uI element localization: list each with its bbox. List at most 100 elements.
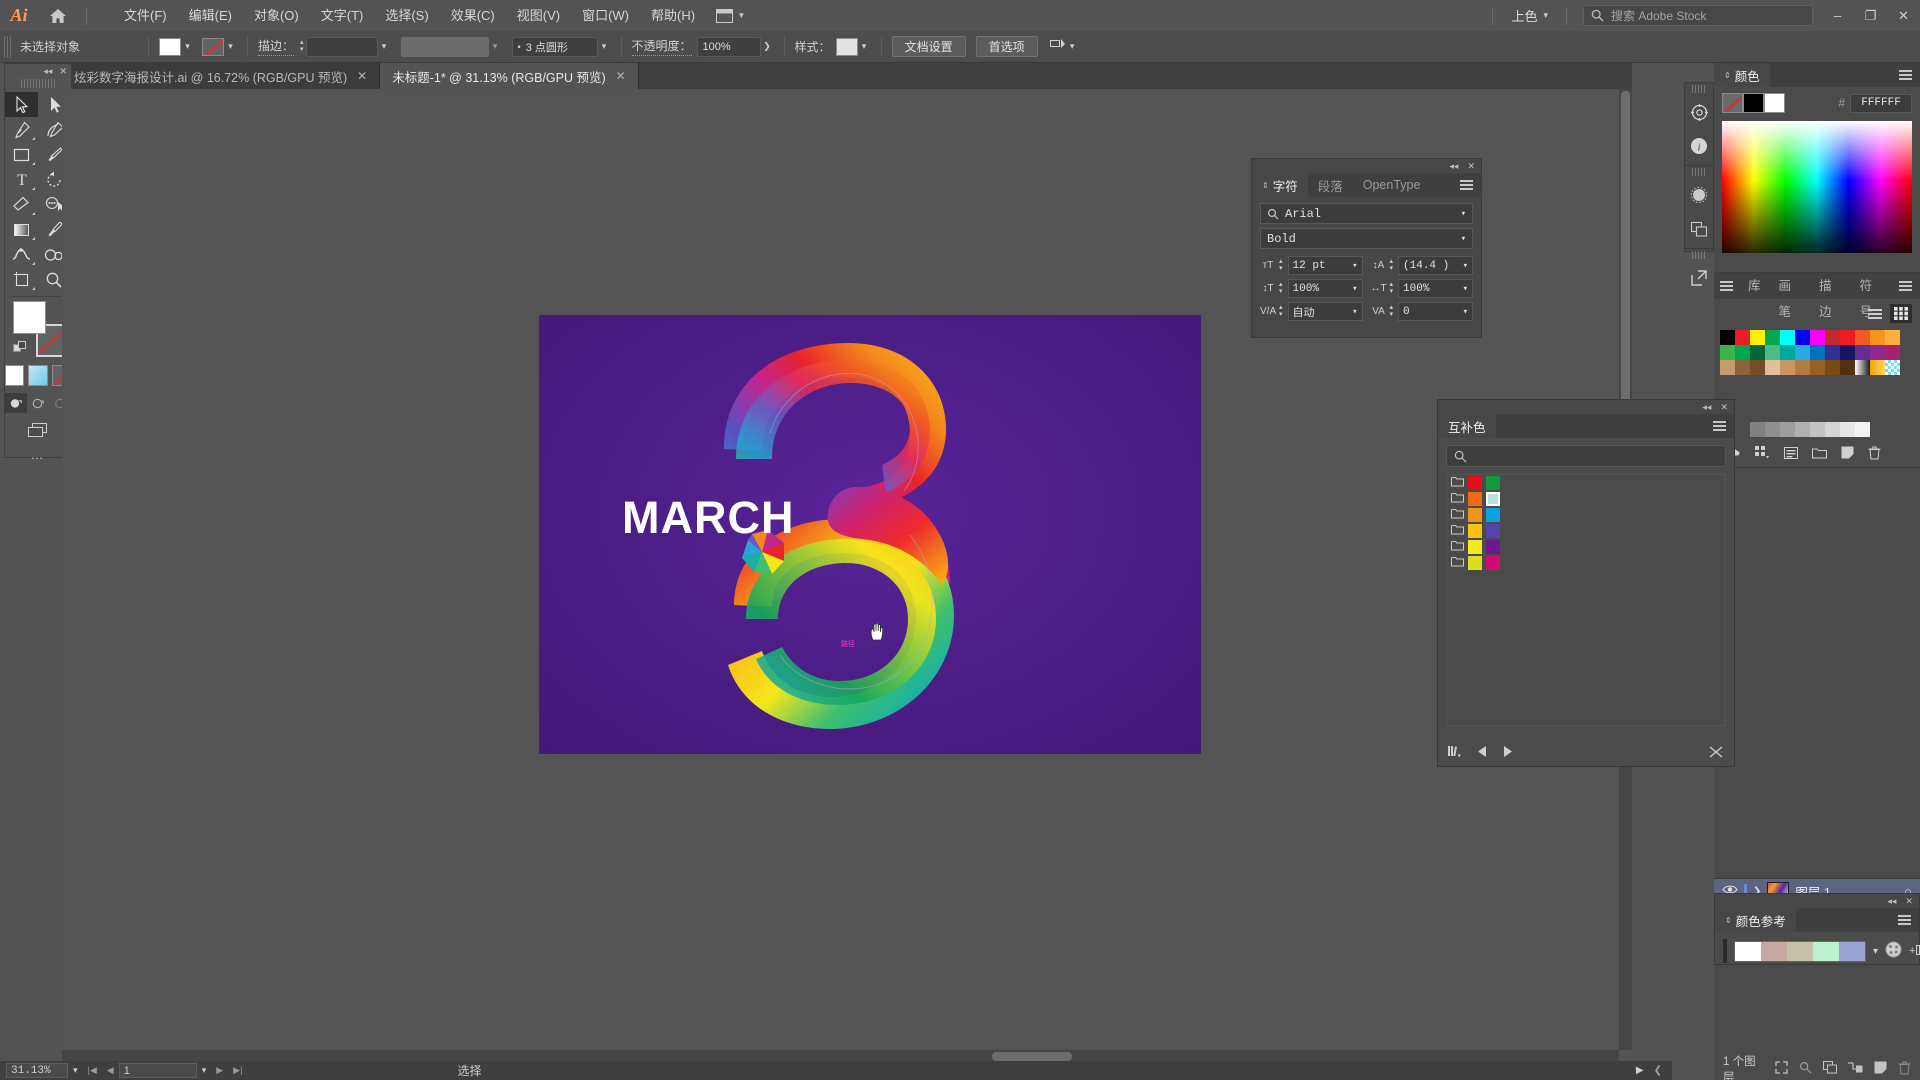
tab-color-guide[interactable]: ⇕ 颜色参考 [1715,908,1796,932]
cpl-group-list[interactable] [1446,474,1726,726]
stroke-profile-chevron-down-icon[interactable]: ▾ [598,38,611,56]
swatch-cell[interactable] [1825,360,1840,375]
swatch-cell[interactable] [1885,330,1900,345]
harmony-swatch[interactable] [1761,941,1787,961]
cpl-search-input[interactable] [1446,445,1726,467]
swatch-cell[interactable] [1870,345,1885,360]
swatch-cell-gray[interactable] [1735,422,1750,437]
menu-type[interactable]: 文字(T) [310,0,375,31]
restore-button[interactable]: ❐ [1854,0,1887,31]
swatch-cell[interactable] [1795,330,1810,345]
character-panel-menu-icon[interactable] [1452,173,1481,197]
swatch-cell[interactable] [1765,345,1780,360]
minimize-button[interactable]: – [1821,0,1854,31]
opacity-field[interactable]: 100% [696,36,761,57]
leading-stepper[interactable]: ▴ ▾ [1390,258,1394,272]
break-link-icon[interactable] [1709,745,1724,762]
align-chevron-down-icon[interactable]: ▾ [1066,38,1079,56]
menu-file[interactable]: 文件(F) [113,0,178,31]
font-size-input[interactable]: 12 pt ▾ [1287,256,1363,275]
swatch-cell[interactable] [1765,360,1780,375]
show-swatch-kinds-icon[interactable] [1755,446,1770,462]
tab-brushes[interactable]: 画笔 [1770,273,1811,319]
type-tool[interactable]: T [5,167,38,192]
list-view-icon[interactable] [1864,304,1886,323]
color-group-swatch[interactable] [1468,524,1482,538]
tab-color[interactable]: ⇕ 颜色 [1714,63,1770,87]
save-color-group-icon[interactable]: + [1909,943,1920,960]
eraser-tool[interactable] [5,192,38,217]
swatch-options-icon[interactable] [1784,446,1798,462]
base-color-swatch[interactable] [1723,939,1727,963]
document-setup-button[interactable]: 文档设置 [891,36,966,57]
next-page-icon[interactable]: ▶ [211,1065,228,1076]
color-group-row[interactable] [1447,539,1725,555]
leading-input[interactable]: (14.4 ) ▾ [1398,256,1473,275]
color-group-swatch[interactable] [1486,492,1500,506]
swatch-cell[interactable] [1780,345,1795,360]
harmony-swatch[interactable] [1813,941,1839,961]
color-panel-menu-icon[interactable] [1891,63,1920,87]
menu-help[interactable]: 帮助(H) [640,0,706,31]
draw-normal-button[interactable] [5,393,27,413]
swatch-cell-gray[interactable] [1855,422,1870,437]
harmony-chevron-down-icon[interactable]: ▾ [1873,946,1878,957]
swatch-cell[interactable] [1795,345,1810,360]
swatch-cell[interactable] [1735,360,1750,375]
color-group-swatch[interactable] [1468,508,1482,522]
swatch-cell[interactable] [1885,345,1900,360]
document-tab-2[interactable]: 未标题-1* @ 31.13% (RGB/GPU 预览) ✕ [380,63,639,89]
info-icon[interactable]: i [1685,129,1713,163]
selection-tool[interactable] [5,92,38,117]
color-group-swatch[interactable] [1486,524,1500,538]
export-icon[interactable] [1685,261,1713,295]
tab-character[interactable]: ⇕ 字符 [1252,173,1308,197]
color-mode-button[interactable] [5,365,25,386]
collapse-icon[interactable]: ◂◂ [1449,161,1458,172]
tools-panel-grip[interactable] [21,79,55,88]
tab-opentype[interactable]: OpenType [1353,173,1431,197]
tab-symbols[interactable]: 符号 [1851,273,1892,319]
make-clipping-mask-icon[interactable] [1823,1061,1837,1077]
menu-object[interactable]: 对象(O) [243,0,310,31]
menu-select[interactable]: 选择(S) [374,0,439,31]
tracking-stepper[interactable]: ▴ ▾ [1390,304,1394,318]
hex-value-input[interactable]: FFFFFF [1850,93,1912,113]
gradient-tool[interactable] [5,217,38,242]
home-icon[interactable] [38,0,78,31]
color-group-swatch[interactable] [1468,476,1482,490]
pen-tool[interactable] [5,117,38,142]
new-layer-icon[interactable] [1874,1061,1887,1077]
brush-definition-field[interactable] [400,36,489,57]
close-tab-1-icon[interactable]: ✕ [357,69,367,83]
swatch-cell[interactable] [1720,345,1735,360]
edit-colors-icon[interactable] [1885,941,1902,961]
swatch-cell-gray[interactable] [1765,422,1780,437]
zoom-chevron-down-icon[interactable]: ▾ [68,1065,83,1076]
font-size-stepper[interactable]: ▴ ▾ [1279,258,1283,272]
color-group-swatch[interactable] [1468,540,1482,554]
harmony-swatch[interactable] [1787,941,1813,961]
swatch-cell[interactable] [1855,330,1870,345]
create-sublayer-icon[interactable] [1848,1061,1863,1077]
stroke-weight-chevron-down-icon[interactable]: ▾ [378,38,391,56]
pathfinder-icon[interactable] [1685,212,1713,246]
graphic-style-chevron-down-icon[interactable]: ▾ [858,38,871,56]
play-icon[interactable]: ▶ [1636,1065,1644,1076]
collapse-icon-guide[interactable]: ◂◂ [1887,896,1896,907]
swatch-cell[interactable] [1750,330,1765,345]
locate-object-icon[interactable] [1775,1061,1788,1077]
search-layers-icon[interactable] [1799,1061,1812,1077]
fill-color-box[interactable] [13,301,46,334]
collapse-panel-icon[interactable]: ◂◂ [43,66,52,77]
harmony-swatch[interactable] [1735,941,1761,961]
dock-menu-icon[interactable] [1714,279,1739,294]
tracking-input[interactable]: 0 ▾ [1398,302,1473,321]
stroke-chevron-down-icon[interactable]: ▾ [224,38,237,56]
rail-grip-2[interactable] [1692,168,1706,176]
chip-white[interactable] [1764,93,1785,113]
stock-search-box[interactable]: 搜索 Adobe Stock [1583,5,1813,26]
close-icon[interactable]: ✕ [1467,161,1475,172]
swatch-cell[interactable] [1795,360,1810,375]
font-style-select[interactable]: Bold ▾ [1260,228,1473,249]
